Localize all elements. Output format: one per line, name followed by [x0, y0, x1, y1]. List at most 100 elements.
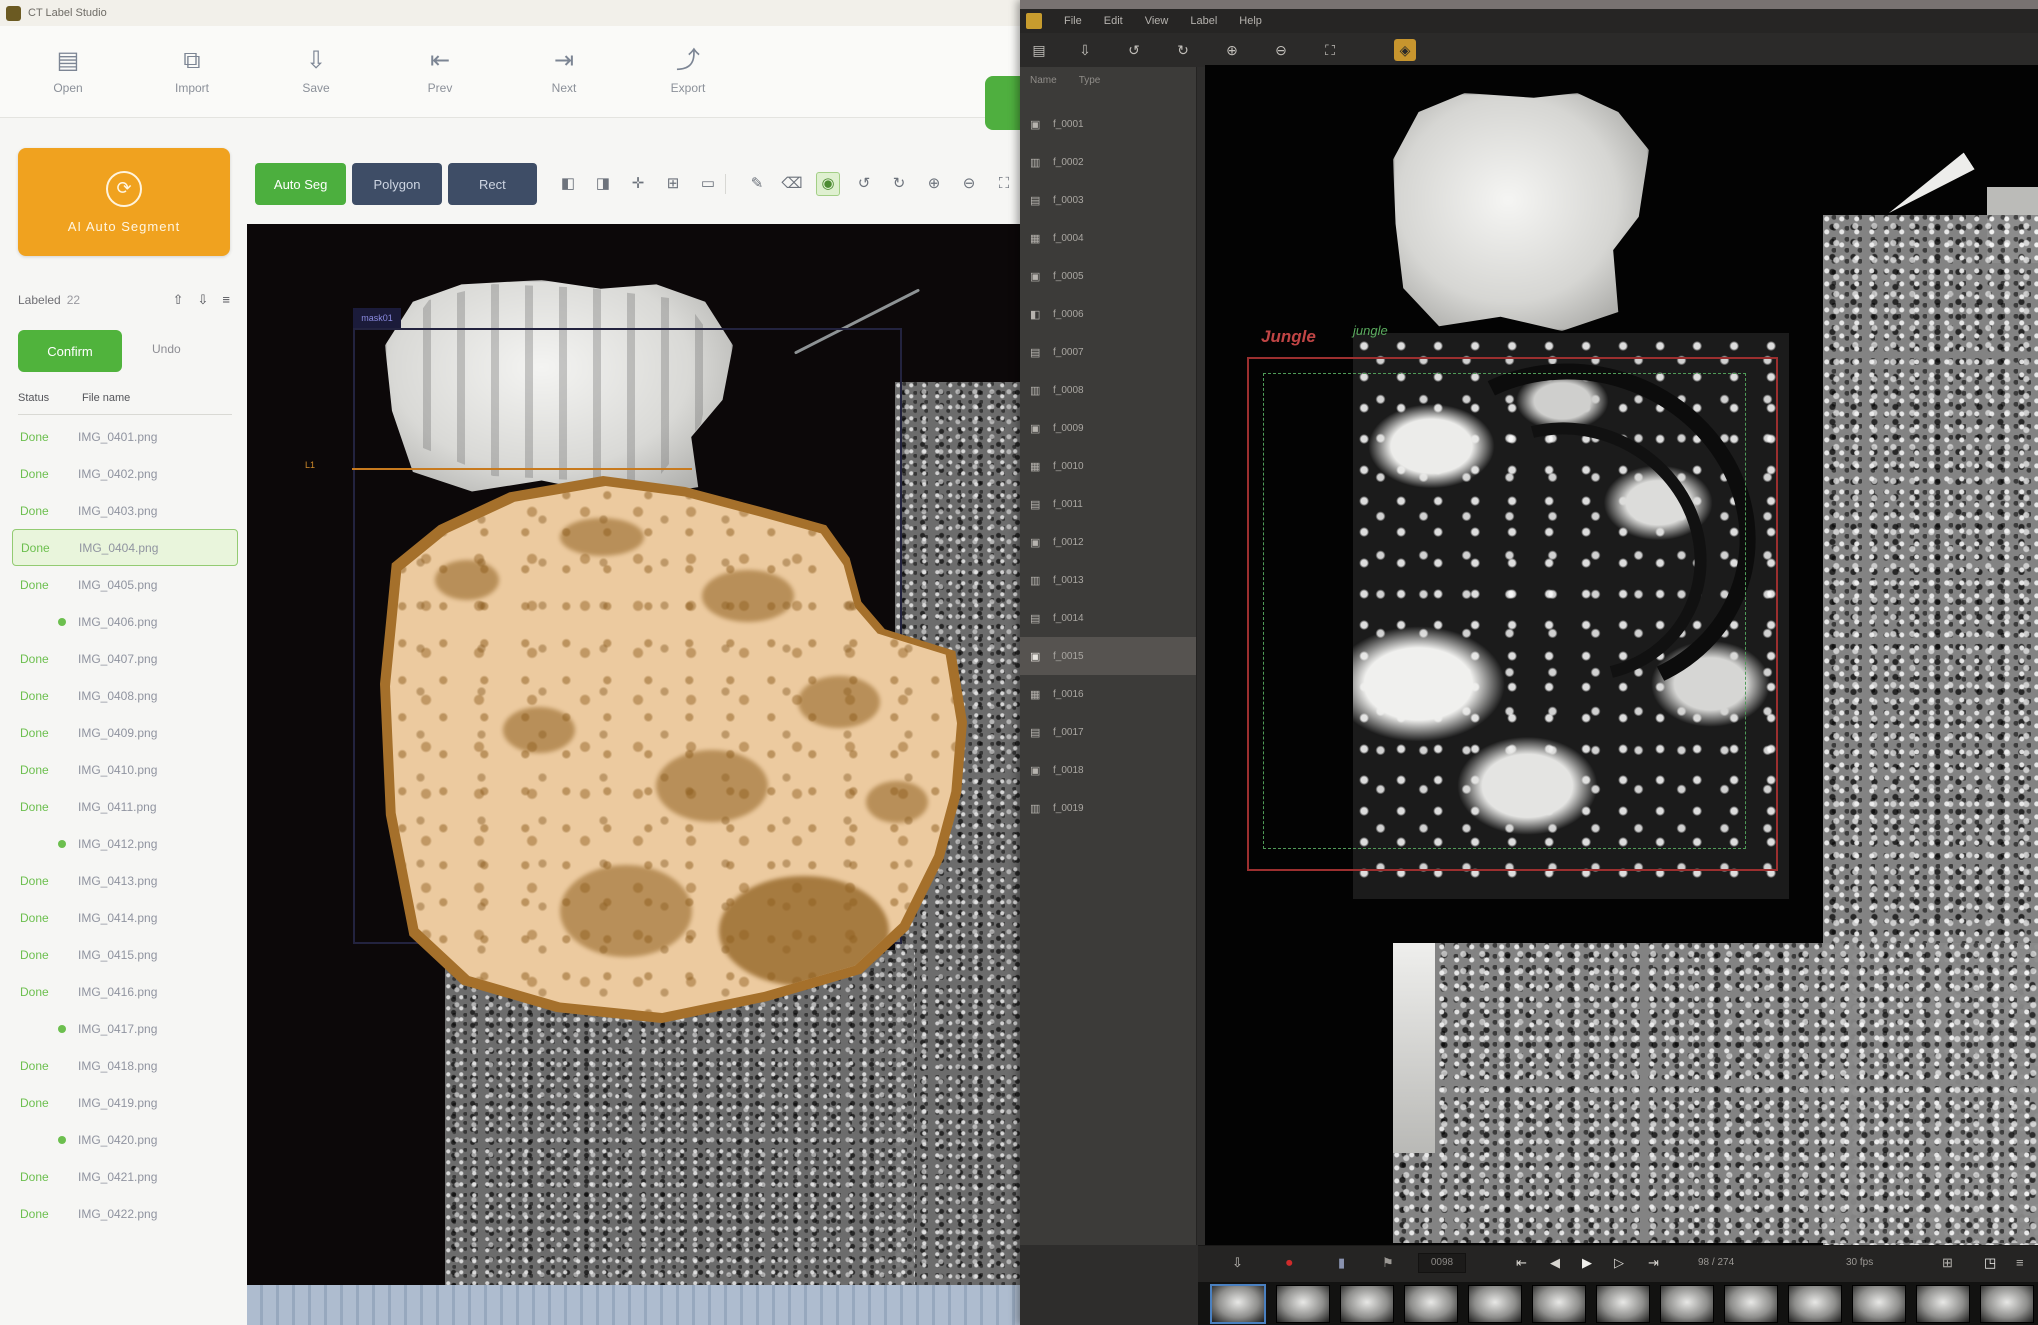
list-icon[interactable]: ≡: [222, 292, 230, 308]
frame-field[interactable]: 0098: [1418, 1253, 1466, 1273]
file-list-item[interactable]: DoneIMG_0402.png: [12, 455, 238, 492]
frame-list-item[interactable]: ▦f_0004: [1020, 219, 1196, 257]
frame-list-item[interactable]: ▤f_0011: [1020, 485, 1196, 523]
frame-list-item[interactable]: ▦f_0016: [1020, 675, 1196, 713]
zoom-in-icon[interactable]: ⊕: [1221, 39, 1243, 61]
split-view-icon[interactable]: ◧: [557, 173, 579, 195]
import-folder-button[interactable]: ⧉Import: [142, 35, 242, 109]
file-list-item[interactable]: DoneIMG_0416.png: [12, 973, 238, 1010]
frame-list-item[interactable]: ▣f_0018: [1020, 751, 1196, 789]
grid-icon[interactable]: ⊞: [662, 173, 684, 195]
frame-thumbnail[interactable]: [1404, 1285, 1458, 1323]
file-list-item[interactable]: DoneIMG_0410.png: [12, 751, 238, 788]
corner-action-button[interactable]: [985, 76, 1022, 130]
expand-icon[interactable]: ⇩: [198, 292, 209, 308]
prev-image-button[interactable]: ⇤Prev: [390, 35, 490, 109]
file-list-item[interactable]: IMG_0420.png: [12, 1121, 238, 1158]
file-list-item[interactable]: DoneIMG_0407.png: [12, 640, 238, 677]
label-mode-icon[interactable]: ◈: [1394, 39, 1416, 61]
frame-thumbnail[interactable]: [1596, 1285, 1650, 1323]
zoom-in-icon[interactable]: ⊕: [923, 173, 945, 195]
menu-help[interactable]: Help: [1239, 15, 1262, 27]
frame-list-item[interactable]: ▤f_0014: [1020, 599, 1196, 637]
brush-icon[interactable]: ◉: [816, 172, 840, 196]
file-list-item[interactable]: DoneIMG_0403.png: [12, 492, 238, 529]
frame-list-item[interactable]: ▣f_0009: [1020, 409, 1196, 447]
rect-mode-button[interactable]: Rect: [448, 163, 537, 205]
file-list-item[interactable]: DoneIMG_0405.png: [12, 566, 238, 603]
redo-icon[interactable]: ↻: [888, 173, 910, 195]
undo-icon[interactable]: ↺: [853, 173, 875, 195]
zoom-out-icon[interactable]: ⊖: [958, 173, 980, 195]
file-list-item[interactable]: IMG_0412.png: [12, 825, 238, 862]
file-list-item[interactable]: DoneIMG_0422.png: [12, 1195, 238, 1232]
file-list-item[interactable]: DoneIMG_0404.png: [12, 529, 238, 566]
frame-list-item[interactable]: ▦f_0010: [1020, 447, 1196, 485]
frame-thumbnail[interactable]: [1724, 1285, 1778, 1323]
pen-icon[interactable]: ✎: [746, 173, 768, 195]
green-dashed-bbox[interactable]: [1263, 373, 1746, 849]
frame-thumbnail[interactable]: [1788, 1285, 1842, 1323]
undo-link[interactable]: Undo: [152, 342, 181, 356]
menu-edit[interactable]: Edit: [1104, 15, 1123, 27]
collapse-icon[interactable]: ⇧: [173, 292, 184, 308]
file-list-item[interactable]: DoneIMG_0421.png: [12, 1158, 238, 1195]
frame-list-item[interactable]: ▥f_0019: [1020, 789, 1196, 827]
file-list-item[interactable]: DoneIMG_0419.png: [12, 1084, 238, 1121]
file-list-item[interactable]: DoneIMG_0411.png: [12, 788, 238, 825]
erase-icon[interactable]: ⌫: [781, 173, 803, 195]
zoom-out-icon[interactable]: ⊖: [1270, 39, 1292, 61]
auto-segment-button[interactable]: ⟳ AI Auto Segment: [18, 148, 230, 256]
frame-list-item[interactable]: ▣f_0015: [1020, 637, 1196, 675]
frame-thumbnail[interactable]: [1340, 1285, 1394, 1323]
menu-icon[interactable]: ≡: [2016, 1254, 2024, 1272]
file-list-item[interactable]: DoneIMG_0418.png: [12, 1047, 238, 1084]
measure-line-annotation[interactable]: [352, 468, 692, 470]
frame-thumbnail[interactable]: [1660, 1285, 1714, 1323]
file-list-item[interactable]: IMG_0406.png: [12, 603, 238, 640]
prev-frame-icon[interactable]: ◀: [1550, 1254, 1560, 1272]
polygon-mode-button[interactable]: Polygon: [352, 163, 441, 205]
video-canvas[interactable]: Jungle jungle: [1205, 65, 2038, 1245]
file-list-item[interactable]: DoneIMG_0415.png: [12, 936, 238, 973]
auto-seg-mode-button[interactable]: Auto Seg: [255, 163, 346, 205]
confirm-button[interactable]: Confirm: [18, 330, 122, 372]
slice-filmstrip[interactable]: [247, 1285, 1022, 1325]
save-icon[interactable]: ⇩: [1074, 39, 1096, 61]
redo-icon[interactable]: ↻: [1172, 39, 1194, 61]
frame-thumbnail[interactable]: [1532, 1285, 1586, 1323]
merge-view-icon[interactable]: ◨: [592, 173, 614, 195]
frame-thumbnail[interactable]: [1980, 1285, 2034, 1323]
fit-icon[interactable]: ⛶: [1319, 39, 1341, 61]
first-frame-icon[interactable]: ⇤: [1516, 1254, 1527, 1272]
frame-list-item[interactable]: ▣f_0005: [1020, 257, 1196, 295]
rect-select-icon[interactable]: ▭: [697, 173, 719, 195]
last-frame-icon[interactable]: ⇥: [1648, 1254, 1659, 1272]
annotation-canvas[interactable]: mask01 L1: [247, 224, 1022, 1285]
open-icon[interactable]: ▤: [1028, 39, 1050, 61]
export-button[interactable]: ⤴Export: [638, 35, 738, 109]
record-icon[interactable]: ⏺: [1286, 1254, 1293, 1272]
flag-icon[interactable]: ⚑: [1382, 1254, 1394, 1272]
menu-view[interactable]: View: [1145, 15, 1169, 27]
frame-list-item[interactable]: ▥f_0002: [1020, 143, 1196, 181]
fit-icon[interactable]: ⛶: [993, 173, 1015, 195]
expand-icon[interactable]: ◳: [1984, 1254, 1996, 1272]
frame-list-item[interactable]: ▤f_0017: [1020, 713, 1196, 751]
frame-thumbnail[interactable]: [1276, 1285, 1330, 1323]
frame-list-item[interactable]: ▥f_0013: [1020, 561, 1196, 599]
frame-list-item[interactable]: ◧f_0006: [1020, 295, 1196, 333]
file-list-item[interactable]: DoneIMG_0409.png: [12, 714, 238, 751]
file-list-item[interactable]: DoneIMG_0414.png: [12, 899, 238, 936]
tile-view-icon[interactable]: ⊞: [1942, 1254, 1953, 1272]
frame-thumbnail[interactable]: [1210, 1284, 1266, 1324]
frame-thumbnail[interactable]: [1916, 1285, 1970, 1323]
save-frame-icon[interactable]: ⇩: [1232, 1254, 1243, 1272]
frame-thumbnail[interactable]: [1852, 1285, 1906, 1323]
frame-list-item[interactable]: ▤f_0003: [1020, 181, 1196, 219]
frame-list-item[interactable]: ▤f_0007: [1020, 333, 1196, 371]
frame-list-item[interactable]: ▣f_0012: [1020, 523, 1196, 561]
crosshair-icon[interactable]: ✛: [627, 173, 649, 195]
file-list-item[interactable]: IMG_0417.png: [12, 1010, 238, 1047]
marker-icon[interactable]: ▮: [1338, 1254, 1345, 1272]
